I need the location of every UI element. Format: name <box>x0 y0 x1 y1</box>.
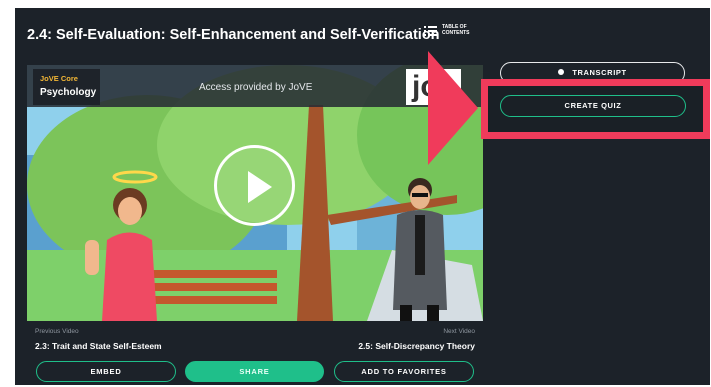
add-to-favorites-button[interactable]: ADD TO FAVORITES <box>334 361 474 382</box>
collection-label: JoVE Core <box>40 74 78 83</box>
next-video-link[interactable]: 2.5: Self-Discrepancy Theory <box>358 341 475 351</box>
video-top-bar: JoVE Core Psychology Access provided by … <box>27 65 483 107</box>
play-icon <box>248 171 272 203</box>
pointer-arrow-icon <box>428 51 478 165</box>
toc-label: TABLE OF CONTENTS <box>442 24 470 36</box>
transcript-label: TRANSCRIPT <box>572 68 627 77</box>
previous-video-label: Previous Video <box>35 328 79 335</box>
share-button[interactable]: SHARE <box>185 361 324 382</box>
access-text: Access provided by JoVE <box>199 82 313 93</box>
transcript-icon <box>558 69 565 75</box>
video-navigation: Previous Video 2.3: Trait and State Self… <box>27 325 483 355</box>
play-button[interactable] <box>214 145 295 226</box>
create-quiz-button[interactable]: CREATE QUIZ <box>500 95 686 117</box>
previous-video-link[interactable]: 2.3: Trait and State Self-Esteem <box>35 341 162 351</box>
collection-badge: JoVE Core Psychology <box>33 69 100 105</box>
next-video-label: Next Video <box>443 328 475 335</box>
subject-label: Psychology <box>40 87 97 98</box>
page-title: 2.4: Self-Evaluation: Self-Enhancement a… <box>27 27 440 43</box>
list-icon <box>424 25 437 36</box>
table-of-contents-button[interactable]: TABLE OF CONTENTS <box>424 24 474 36</box>
embed-button[interactable]: EMBED <box>36 361 176 382</box>
video-player[interactable]: JoVE Core Psychology Access provided by … <box>27 65 483 321</box>
